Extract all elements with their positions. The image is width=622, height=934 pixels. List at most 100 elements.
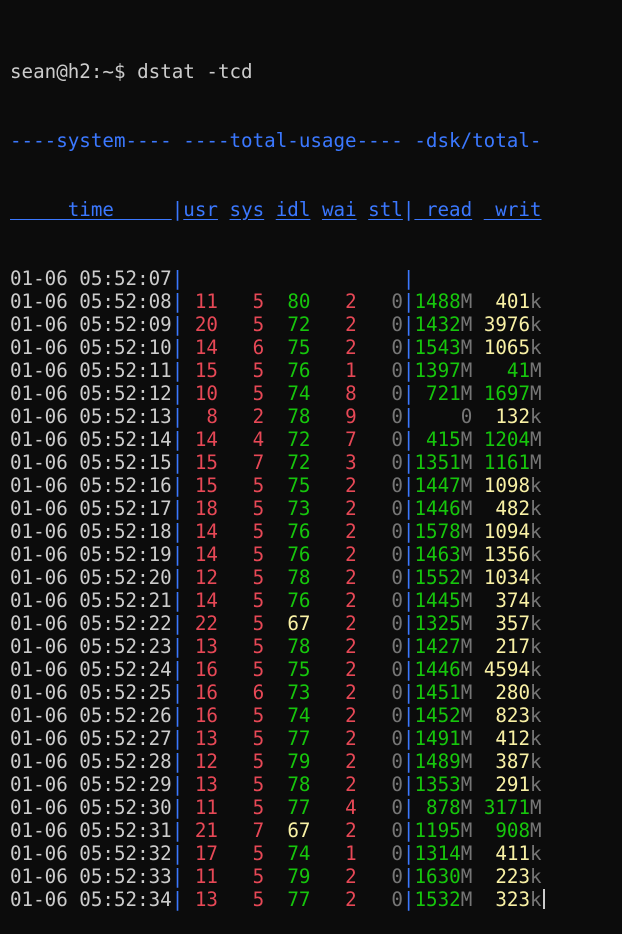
column-separator: | (171, 336, 184, 359)
writ-cell: 1204 (483, 428, 531, 451)
dstat-row: 01-06 05:52:24| 16 5 75 2 0|1446M 4594k (10, 658, 545, 681)
time-cell: 01-06 05:52:25 (10, 681, 172, 704)
cell-padding (368, 796, 391, 819)
terminal-window[interactable]: sean@h2:~$ dstat -tcd ----system---- ---… (10, 14, 545, 934)
stl-cell: 0 (391, 750, 403, 773)
cell-gap (264, 888, 276, 911)
sys-cell: 5 (252, 566, 265, 589)
cell-padding (276, 405, 288, 428)
cell-padding (230, 313, 253, 336)
cell-gap (264, 566, 276, 589)
writ-cell: 411 (495, 842, 531, 865)
read-cell: 721 (426, 382, 461, 405)
column-separator: | (171, 520, 184, 543)
cell-gap (472, 497, 484, 520)
time-cell: 01-06 05:52:33 (10, 865, 172, 888)
time-cell: 01-06 05:52:28 (10, 750, 172, 773)
cell-gap (310, 865, 322, 888)
read-cell: 1452 (414, 704, 461, 727)
cell-padding (183, 497, 195, 520)
cell-padding (230, 842, 253, 865)
unit-suffix: M (460, 382, 473, 405)
time-cell: 01-06 05:52:13 (10, 405, 172, 428)
usr-cell: 13 (194, 727, 218, 750)
unit-suffix: M (460, 658, 473, 681)
header-segment: writ (483, 198, 542, 221)
read-cell: 1447 (414, 474, 461, 497)
unit-suffix: M (530, 796, 542, 819)
column-separator: | (171, 451, 184, 474)
dstat-row: 01-06 05:52:25| 16 6 73 2 0|1451M 280k (10, 681, 545, 704)
idl-cell: 76 (287, 359, 311, 382)
wai-cell: 2 (345, 727, 357, 750)
cell-gap (264, 750, 276, 773)
cell-padding (230, 474, 253, 497)
writ-cell: 412 (495, 727, 531, 750)
cell-padding (484, 773, 496, 796)
cell-gap (310, 543, 322, 566)
cell-padding (414, 267, 472, 290)
cell-gap (264, 635, 276, 658)
unit-suffix: M (460, 313, 473, 336)
cell-gap (310, 290, 322, 313)
writ-cell: 823 (495, 704, 531, 727)
usr-cell: 11 (194, 796, 218, 819)
cell-gap (264, 842, 276, 865)
cell-gap (218, 635, 230, 658)
cell-gap (264, 658, 276, 681)
wai-cell: 2 (345, 888, 357, 911)
stl-cell: 0 (391, 451, 403, 474)
dstat-row: 01-06 05:52:19| 14 5 76 2 0|1463M 1356k (10, 543, 545, 566)
cell-gap (357, 704, 369, 727)
column-separator: | (402, 405, 415, 428)
cell-padding (276, 313, 288, 336)
cell-gap (310, 497, 322, 520)
writ-cell: 291 (495, 773, 531, 796)
unit-suffix: k (530, 290, 542, 313)
usr-cell: 12 (194, 750, 218, 773)
cell-padding (276, 497, 288, 520)
idl-cell: 80 (287, 290, 311, 313)
usr-cell: 14 (194, 428, 218, 451)
cell-gap (218, 497, 230, 520)
unit-suffix: k (530, 681, 542, 704)
command-line: sean@h2:~$ dstat -tcd (10, 60, 545, 83)
idl-cell: 75 (287, 474, 311, 497)
sys-cell: 5 (252, 658, 265, 681)
cell-gap (264, 865, 276, 888)
writ-cell: 1065 (483, 336, 531, 359)
usr-cell: 8 (206, 405, 218, 428)
idl-cell: 79 (287, 750, 311, 773)
column-separator: | (402, 313, 415, 336)
cell-gap (218, 382, 230, 405)
cell-gap (218, 865, 230, 888)
column-separator: | (171, 405, 184, 428)
cell-gap (310, 704, 322, 727)
column-separator: | (171, 635, 184, 658)
cell-gap (264, 267, 276, 290)
idl-cell: 74 (287, 704, 311, 727)
read-cell: 1314 (414, 842, 461, 865)
cell-padding (322, 589, 345, 612)
column-separator: | (402, 520, 415, 543)
read-cell: 1532 (414, 888, 461, 911)
read-cell: 1463 (414, 543, 461, 566)
unit-suffix: M (460, 635, 473, 658)
unit-suffix: k (530, 336, 542, 359)
cell-gap (357, 566, 369, 589)
read-cell: 1552 (414, 566, 461, 589)
cell-gap (357, 888, 369, 911)
column-separator: | (402, 681, 415, 704)
cell-padding (484, 819, 496, 842)
unit-suffix: M (460, 727, 473, 750)
cell-gap (472, 474, 484, 497)
column-separator: | (402, 451, 415, 474)
unit-suffix: k (530, 658, 542, 681)
stl-cell: 0 (391, 612, 403, 635)
cell-padding (183, 842, 195, 865)
time-cell: 01-06 05:52:10 (10, 336, 172, 359)
column-separator: | (402, 290, 415, 313)
usr-cell: 12 (194, 566, 218, 589)
cell-padding (276, 520, 288, 543)
cell-padding (276, 290, 288, 313)
